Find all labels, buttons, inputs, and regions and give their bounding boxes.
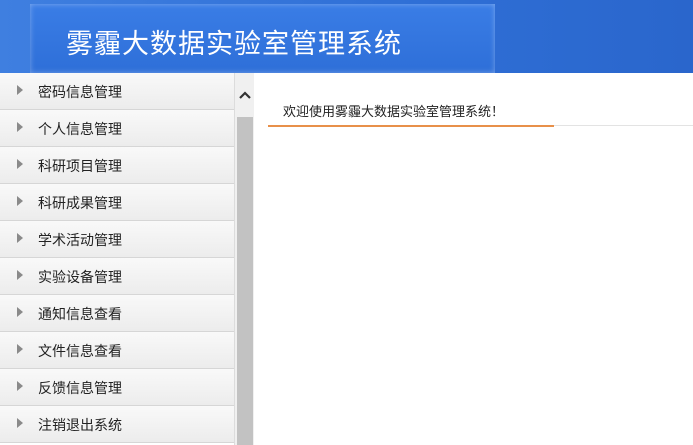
- sidebar-item-files[interactable]: 文件信息查看: [0, 332, 234, 369]
- chevron-right-icon: [17, 418, 23, 428]
- app-title: 雾霾大数据实验室管理系统: [66, 29, 402, 60]
- chevron-right-icon: [17, 270, 23, 280]
- sidebar-item-personal-info[interactable]: 个人信息管理: [0, 110, 234, 147]
- chevron-right-icon: [17, 344, 23, 354]
- sidebar-scrollbar[interactable]: [234, 73, 255, 445]
- sidebar-item-label: 学术活动管理: [38, 233, 122, 249]
- sidebar-item-label: 文件信息查看: [38, 344, 122, 360]
- sidebar-item-label: 注销退出系统: [38, 418, 122, 434]
- sidebar-item-logout[interactable]: 注销退出系统: [0, 406, 234, 443]
- welcome-bar: 欢迎使用雾霾大数据实验室管理系统！: [268, 95, 693, 127]
- welcome-underline: [268, 125, 554, 127]
- chevron-right-icon: [17, 122, 23, 132]
- chevron-right-icon: [17, 307, 23, 317]
- chevron-right-icon: [17, 196, 23, 206]
- sidebar-item-academic-activities[interactable]: 学术活动管理: [0, 221, 234, 258]
- sidebar-item-research-results[interactable]: 科研成果管理: [0, 184, 234, 221]
- sidebar-item-label: 通知信息查看: [38, 307, 122, 323]
- sidebar-item-label: 实验设备管理: [38, 270, 122, 286]
- sidebar-item-label: 密码信息管理: [38, 85, 122, 101]
- sidebar-menu: 密码信息管理 个人信息管理 科研项目管理 科研成果管理 学术活动管理 实验设备管…: [0, 73, 234, 445]
- welcome-message: 欢迎使用雾霾大数据实验室管理系统！: [283, 105, 505, 120]
- scroll-up-button[interactable]: [235, 87, 255, 103]
- sidebar-item-password[interactable]: 密码信息管理: [0, 73, 234, 110]
- chevron-right-icon: [17, 381, 23, 391]
- sidebar-item-research-projects[interactable]: 科研项目管理: [0, 147, 234, 184]
- sidebar-item-notifications[interactable]: 通知信息查看: [0, 295, 234, 332]
- sidebar-item-label: 科研项目管理: [38, 159, 122, 175]
- sidebar-item-label: 个人信息管理: [38, 122, 122, 138]
- sidebar-item-lab-equipment[interactable]: 实验设备管理: [0, 258, 234, 295]
- chevron-up-icon: [239, 91, 251, 99]
- chevron-right-icon: [17, 233, 23, 243]
- scroll-thumb[interactable]: [237, 117, 253, 445]
- chevron-right-icon: [17, 85, 23, 95]
- sidebar-item-feedback[interactable]: 反馈信息管理: [0, 369, 234, 406]
- main-content: 欢迎使用雾霾大数据实验室管理系统！: [254, 73, 693, 445]
- sidebar-item-label: 反馈信息管理: [38, 381, 122, 397]
- header: 雾霾大数据实验室管理系统: [0, 0, 693, 73]
- chevron-right-icon: [17, 159, 23, 169]
- sidebar-item-label: 科研成果管理: [38, 196, 122, 212]
